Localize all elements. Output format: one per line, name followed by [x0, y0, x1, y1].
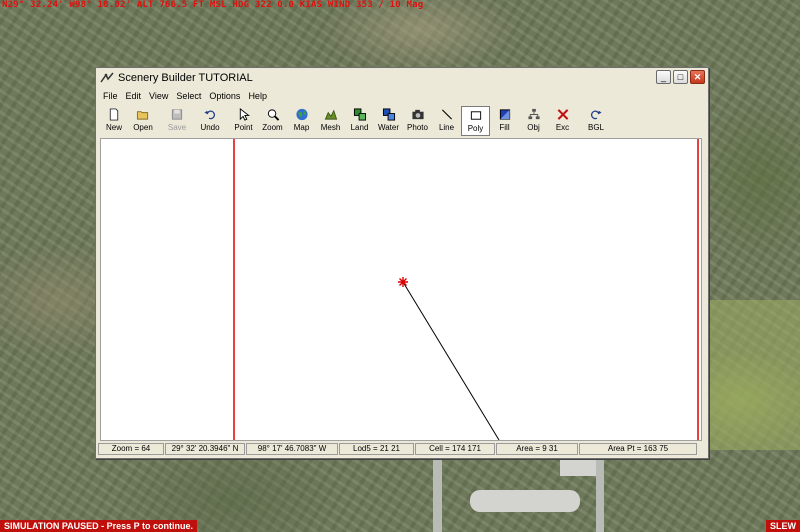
fill-button[interactable]: Fill — [490, 106, 519, 136]
land-label: Land — [350, 123, 369, 132]
menu-file[interactable]: File — [99, 91, 122, 101]
obj-label: Obj — [527, 123, 540, 132]
runway-east — [596, 456, 604, 532]
water-button[interactable]: Water — [374, 106, 403, 136]
open-button[interactable]: Open — [128, 106, 158, 136]
bgl-label: BGL — [587, 123, 604, 132]
status-area: Area = 9 31 — [496, 443, 578, 455]
network-nodes-icon — [527, 108, 540, 120]
green-field — [705, 300, 800, 450]
status-area-point: Area Pt = 163 75 — [579, 443, 697, 455]
bgl-button[interactable]: BGL — [582, 106, 610, 136]
rectangle-icon — [470, 111, 481, 120]
close-button[interactable]: ✕ — [690, 70, 705, 84]
toolbar: New Open Save Undo Point Zoom Map Mesh L… — [100, 106, 704, 136]
mesh-label: Mesh — [320, 123, 341, 132]
runway-west — [433, 456, 442, 532]
airport-hangar — [560, 458, 596, 476]
water-label: Water — [377, 123, 400, 132]
status-lod: Lod5 = 21 21 — [339, 443, 414, 455]
menu-bar: File Edit View Select Options Help — [96, 88, 708, 104]
obj-button[interactable]: Obj — [519, 106, 548, 136]
fill-label: Fill — [499, 123, 510, 132]
filled-square-icon — [499, 109, 510, 120]
new-document-icon — [109, 108, 119, 121]
red-x-icon — [557, 109, 568, 120]
zoom-button[interactable]: Zoom — [258, 106, 287, 136]
simulation-paused-banner: SIMULATION PAUSED - Press P to continue. — [0, 520, 198, 532]
save-label: Save — [167, 123, 187, 132]
poly-button[interactable]: Poly — [461, 106, 490, 136]
mountain-icon — [324, 109, 337, 120]
photo-button[interactable]: Photo — [403, 106, 432, 136]
menu-view[interactable]: View — [145, 91, 172, 101]
diagonal-line-icon — [441, 109, 452, 120]
green-squares-icon — [353, 108, 366, 121]
new-label: New — [105, 123, 122, 132]
app-logo-icon — [100, 72, 114, 83]
status-latitude: 29° 32' 20.3946" N — [165, 443, 245, 455]
menu-help[interactable]: Help — [244, 91, 271, 101]
status-bar: Zoom = 64 29° 32' 20.3946" N 98° 17' 46.… — [98, 443, 706, 455]
polygon-vertex-marker[interactable] — [398, 277, 408, 287]
map-label: Map — [293, 123, 310, 132]
exc-button[interactable]: Exc — [548, 106, 577, 136]
open-folder-icon — [136, 111, 149, 120]
zoom-label: Zoom — [262, 123, 283, 132]
airport-apron — [470, 490, 580, 512]
undo-button[interactable]: Undo — [196, 106, 224, 136]
redo-arrow-icon — [590, 110, 602, 120]
photo-label: Photo — [407, 123, 428, 132]
cursor-arrow-icon — [239, 108, 250, 121]
new-button[interactable]: New — [100, 106, 128, 136]
menu-options[interactable]: Options — [205, 91, 244, 101]
status-cell: Cell = 174 171 — [415, 443, 495, 455]
undo-label: Undo — [200, 123, 220, 132]
point-label: Point — [234, 123, 253, 132]
mesh-button[interactable]: Mesh — [316, 106, 345, 136]
minimize-button[interactable]: _ — [656, 70, 671, 84]
poly-label: Poly — [467, 124, 484, 133]
title-bar[interactable]: Scenery Builder TUTORIAL _ □ ✕ — [96, 68, 708, 88]
map-button[interactable]: Map — [287, 106, 316, 136]
scenery-builder-window: Scenery Builder TUTORIAL _ □ ✕ File Edit… — [95, 67, 709, 459]
status-longitude: 98° 17' 46.7083" W — [246, 443, 338, 455]
slew-indicator: SLEW — [766, 520, 800, 532]
globe-icon — [295, 108, 308, 121]
undo-arrow-icon — [204, 110, 216, 120]
land-button[interactable]: Land — [345, 106, 374, 136]
line-label: Line — [438, 123, 455, 132]
drawing-canvas[interactable] — [100, 138, 702, 441]
canvas-drawing — [233, 139, 699, 440]
maximize-button[interactable]: □ — [673, 70, 688, 84]
blue-squares-icon — [382, 108, 395, 121]
window-title: Scenery Builder TUTORIAL — [118, 72, 253, 84]
menu-select[interactable]: Select — [172, 91, 205, 101]
menu-edit[interactable]: Edit — [122, 91, 146, 101]
window-controls: _ □ ✕ — [656, 70, 705, 84]
line-button[interactable]: Line — [432, 106, 461, 136]
camera-icon — [411, 109, 424, 120]
point-button[interactable]: Point — [229, 106, 258, 136]
exc-label: Exc — [555, 123, 570, 132]
save-button[interactable]: Save — [163, 106, 191, 136]
floppy-icon — [171, 109, 183, 120]
status-zoom: Zoom = 64 — [98, 443, 164, 455]
flight-info-readout: N29° 32.24' W98° 18.02' ALT 766.5 FT MSL… — [2, 0, 424, 10]
magnifier-icon — [267, 109, 279, 121]
open-label: Open — [133, 123, 153, 132]
polygon-edge-line — [402, 281, 500, 440]
